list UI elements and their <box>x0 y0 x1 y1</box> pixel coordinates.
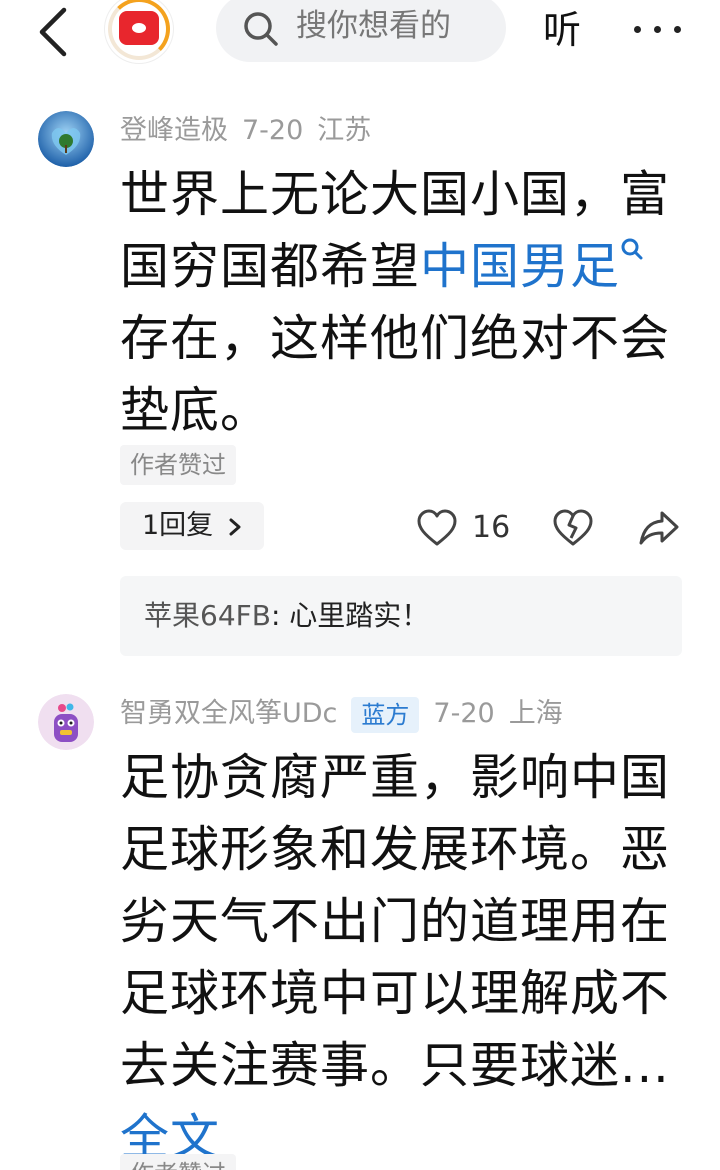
share-button[interactable] <box>638 504 682 552</box>
reply-separator: : <box>270 599 290 632</box>
search-icon <box>244 12 278 46</box>
reply-preview[interactable]: 苹果64FB: 心里踏实！ <box>120 576 682 656</box>
listen-button[interactable]: 听 <box>543 2 581 58</box>
avatar-image <box>38 694 94 750</box>
like-count: 16 <box>472 510 511 545</box>
comment-meta: 智勇双全风筝UDc 蓝方 7-20 上海 <box>120 694 577 734</box>
author-liked-badge: 作者赞过 <box>120 1154 236 1170</box>
topic-link[interactable]: 中国男足 <box>420 238 646 295</box>
red-envelope-icon <box>119 11 159 45</box>
comment-date: 7-20 <box>242 115 304 146</box>
view-replies-button[interactable]: 1回复 <box>120 502 264 550</box>
top-bar: 听 <box>0 0 720 70</box>
comment-location: 江苏 <box>317 115 372 146</box>
chevron-left-icon <box>39 7 67 57</box>
comment-date: 7-20 <box>433 698 495 729</box>
side-badge: 蓝方 <box>351 696 420 733</box>
comment-text: 世界上无论大国小国，富国穷国都希望中国男足 存在，这样他们绝对不会垫底。 <box>120 159 690 447</box>
search-input[interactable] <box>296 4 496 48</box>
heart-icon <box>417 509 457 546</box>
dislike-button[interactable] <box>552 504 596 552</box>
replies-label: 1回复 <box>142 510 214 541</box>
avatar-image <box>38 111 94 167</box>
broken-heart-icon <box>553 509 593 546</box>
comment-text-part: 存在，这样他们绝对不会垫底。 <box>120 310 671 439</box>
reply-username[interactable]: 苹果64FB <box>144 599 271 632</box>
app-icon-button[interactable] <box>104 0 174 64</box>
chevron-right-icon <box>229 518 241 535</box>
reply-text: 心里踏实！ <box>289 599 430 632</box>
avatar[interactable] <box>38 694 94 750</box>
author-liked-badge: 作者赞过 <box>120 445 236 485</box>
search-bar[interactable] <box>216 0 506 62</box>
comment-meta: 登峰造极 7-20 江苏 <box>120 111 385 151</box>
username[interactable]: 智勇双全风筝UDc <box>120 698 337 729</box>
comment-text: 足协贪腐严重，影响中国足球形象和发展环境。恶劣天气不出门的道理用在足球环境中可以… <box>120 742 690 1170</box>
share-arrow-icon <box>639 511 679 545</box>
more-dots-icon[interactable] <box>630 10 686 50</box>
username[interactable]: 登峰造极 <box>120 115 228 146</box>
back-button[interactable] <box>28 0 78 60</box>
comment-location: 上海 <box>508 698 563 729</box>
topic-link-label: 中国男足 <box>420 238 621 295</box>
search-icon <box>620 231 646 261</box>
avatar[interactable] <box>38 111 94 167</box>
comment-page: 听 登峰造极7-20江苏 世界上无论大 <box>0 0 720 1170</box>
comment-text-part: 足协贪腐严重，影响中国足球形象和发展环境。恶劣天气不出门的道理用在足球环境中可以… <box>120 749 671 1094</box>
